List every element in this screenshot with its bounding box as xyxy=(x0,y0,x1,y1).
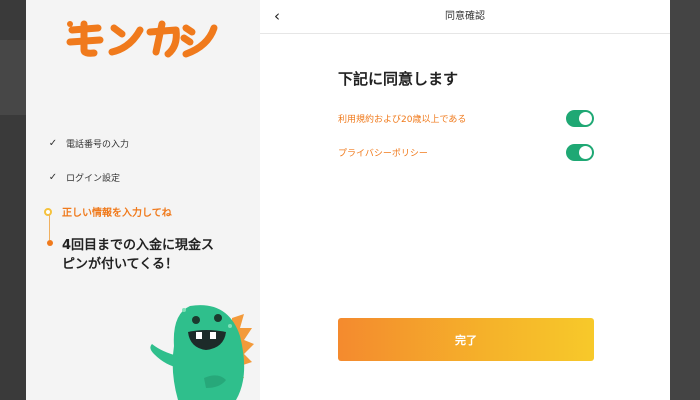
modal-title: 同意確認 xyxy=(445,11,485,22)
toggle-knob xyxy=(579,145,592,159)
consent-terms-toggle[interactable] xyxy=(566,109,594,127)
brand-logo xyxy=(64,16,224,60)
signup-side-panel: ✓ 電話番号の入力 ✓ ログイン設定 正しい情報を入力してね 4回目までの入金に… xyxy=(26,0,260,400)
step-current: 正しい情報を入力してね xyxy=(44,204,172,219)
step-label: ログイン設定 xyxy=(66,174,121,184)
consent-modal: 同意確認 ‹ 下記に同意します 利用規約および20歳以上である プライバシーポリ… xyxy=(260,0,670,400)
consent-privacy-label[interactable]: プライバシーポリシー xyxy=(338,146,428,159)
complete-button[interactable]: 完了 xyxy=(338,318,594,361)
agreement-heading: 下記に同意します xyxy=(338,70,459,88)
backdrop-edge xyxy=(668,0,700,400)
toggle-knob xyxy=(579,111,592,125)
step-label: 電話番号の入力 xyxy=(66,140,130,150)
mascot-illustration xyxy=(144,296,260,400)
promo-line: ピンが付いてくる！ xyxy=(62,257,178,272)
step-connector xyxy=(49,214,50,240)
modal-header: 同意確認 ‹ xyxy=(260,0,670,34)
check-icon: ✓ xyxy=(48,138,58,149)
back-button[interactable]: ‹ xyxy=(266,6,288,28)
promo-line: 4回目までの入金に現金ス xyxy=(62,238,215,253)
consent-privacy-row: プライバシーポリシー xyxy=(338,142,594,162)
step-login-settings: ✓ ログイン設定 xyxy=(48,171,120,184)
current-step-indicator xyxy=(44,207,52,216)
consent-terms-row: 利用規約および20歳以上である xyxy=(338,108,594,128)
check-icon: ✓ xyxy=(48,172,58,183)
step-phone-number: ✓ 電話番号の入力 xyxy=(48,137,129,150)
current-step-label: 正しい情報を入力してね xyxy=(62,208,172,219)
promo-bullet xyxy=(47,240,53,246)
chevron-left-icon: ‹ xyxy=(274,7,280,25)
consent-privacy-toggle[interactable] xyxy=(566,143,594,161)
consent-terms-label[interactable]: 利用規約および20歳以上である xyxy=(338,112,466,125)
promo-message: 4回目までの入金に現金ス ピンが付いてくる！ xyxy=(62,236,252,274)
